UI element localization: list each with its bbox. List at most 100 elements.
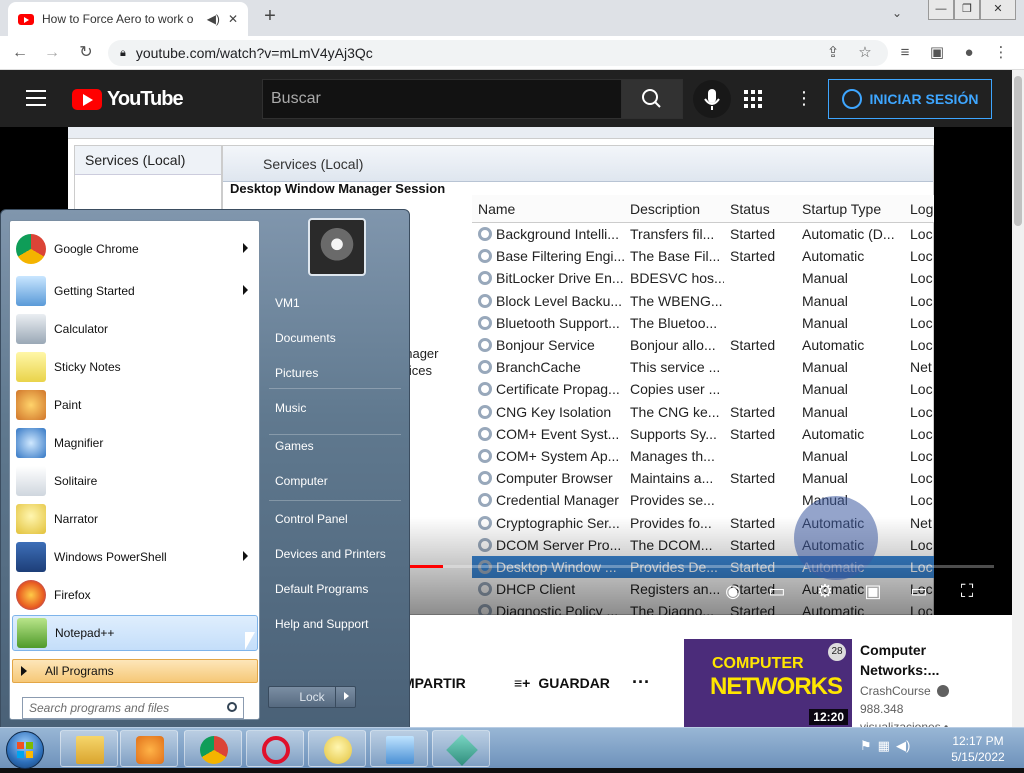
start-link-item[interactable]: Pictures <box>275 366 318 380</box>
recommended-video-title[interactable]: Computer Networks:... <box>860 640 1010 680</box>
apps-grid-icon[interactable] <box>744 90 762 108</box>
column-header[interactable]: Startup Type <box>796 201 904 217</box>
table-row[interactable]: CNG Key Isolation The CNG ke... Started Man… <box>472 401 934 423</box>
page-scrollbar[interactable] <box>1012 70 1024 727</box>
table-row[interactable]: COM+ Event Syst... Supports Sy... Started A… <box>472 423 934 445</box>
sign-in-label: INICIAR SESIÓN <box>869 91 979 107</box>
start-link-item[interactable]: Control Panel <box>275 512 348 526</box>
volume-icon[interactable]: ◀) <box>896 738 910 754</box>
table-row[interactable]: Base Filtering Engi... The Base Fil... Sta… <box>472 245 934 267</box>
close-tab-icon[interactable]: ✕ <box>228 12 238 26</box>
taskbar-remote-button[interactable] <box>370 730 428 767</box>
close-window-button[interactable]: ✕ <box>980 0 1016 20</box>
bookmark-star-icon[interactable]: ☆ <box>854 42 876 64</box>
user-picture[interactable] <box>308 218 366 276</box>
taskbar-explorer-button[interactable] <box>60 730 118 767</box>
tab-search-icon[interactable]: ⌄ <box>892 6 902 20</box>
address-bar[interactable]: 🔒︎ youtube.com/watch?v=mLmV4yAj3Qc <box>108 40 888 66</box>
start-link-item[interactable]: Help and Support <box>275 617 368 631</box>
start-link-item[interactable]: Computer <box>275 474 328 488</box>
start-link-item[interactable]: Devices and Printers <box>275 547 386 561</box>
taskbar-app-button[interactable] <box>432 730 490 767</box>
speaker-icon[interactable]: ◀) <box>207 12 220 26</box>
search-input[interactable]: Buscar <box>262 79 622 119</box>
start-program-item[interactable]: Calculator <box>12 311 258 347</box>
voice-search-button[interactable] <box>693 80 731 118</box>
table-row[interactable]: COM+ System Ap... Manages th... Manual Loc <box>472 445 934 467</box>
start-program-item[interactable]: Getting Started <box>12 273 258 309</box>
submenu-arrow-icon <box>243 551 248 561</box>
start-link-item[interactable]: Default Programs <box>275 582 368 596</box>
episode-badge: 28 <box>828 643 846 661</box>
video-progress-bar[interactable] <box>402 565 994 568</box>
taskbar-opera-button[interactable] <box>246 730 304 767</box>
start-search-input[interactable]: Search programs and files <box>22 697 244 719</box>
table-row[interactable]: Computer Browser Maintains a... Started Man… <box>472 467 934 489</box>
profile-icon[interactable]: ● <box>958 42 980 64</box>
table-row[interactable]: Bonjour Service Bonjour allo... Started Aut… <box>472 334 934 356</box>
taskbar-chrome-button[interactable] <box>184 730 242 767</box>
column-header[interactable]: Status <box>724 201 796 217</box>
getting-started-icon <box>16 276 46 306</box>
channel-name[interactable]: CrashCourse <box>860 684 949 698</box>
forward-button[interactable]: → <box>40 41 64 65</box>
table-row[interactable]: Block Level Backu... The WBENG... Manual Lo… <box>472 290 934 312</box>
start-program-item[interactable]: Paint <box>12 387 258 423</box>
back-button[interactable]: ← <box>8 41 32 65</box>
start-link-item[interactable]: Music <box>275 401 306 415</box>
recommended-video-thumbnail[interactable]: COMPUTER NETWORKS 28 12:20 <box>684 639 852 727</box>
media-control-icon[interactable]: ≡ <box>894 42 916 64</box>
search-button[interactable] <box>621 79 683 119</box>
start-program-item[interactable]: Firefox <box>12 577 258 613</box>
fullscreen-icon[interactable]: ⛶ <box>954 578 980 604</box>
table-row[interactable]: Background Intelli... Transfers fil... Sta… <box>472 223 934 245</box>
network-icon[interactable]: ▦ <box>878 738 890 754</box>
shutdown-options-button[interactable] <box>335 686 357 708</box>
table-row[interactable]: Certificate Propag... Copies user ... Manu… <box>472 378 934 400</box>
start-program-item[interactable]: Notepad++ <box>12 615 258 651</box>
start-link-item[interactable]: Documents <box>275 331 336 345</box>
reload-button[interactable]: ↻ <box>74 41 98 65</box>
restore-button[interactable]: ❐ <box>954 0 980 20</box>
minimize-button[interactable]: — <box>928 0 954 20</box>
sign-in-button[interactable]: INICIAR SESIÓN <box>828 79 992 119</box>
more-options-icon[interactable]: ⋮ <box>795 88 813 108</box>
taskbar-clock[interactable]: 12:17 PM 5/15/2022 <box>940 733 1016 765</box>
scrollbar-thumb[interactable] <box>1014 76 1022 226</box>
start-link-item[interactable]: VM1 <box>275 296 300 310</box>
table-row[interactable]: BranchCache This service ... Manual Net <box>472 356 934 378</box>
column-header[interactable]: Log <box>904 201 934 217</box>
start-program-item[interactable]: Magnifier <box>12 425 258 461</box>
youtube-logo[interactable]: YouTube <box>72 88 184 111</box>
taskbar-narrator-button[interactable] <box>308 730 366 767</box>
start-button[interactable] <box>6 731 44 769</box>
theater-mode-icon[interactable]: ▭ <box>906 578 932 604</box>
table-row[interactable]: BitLocker Drive En... BDESVC hos... Manual… <box>472 267 934 289</box>
settings-gear-icon[interactable]: ⚙ <box>812 578 838 604</box>
save-button[interactable]: ≡+ GUARDAR <box>514 675 610 691</box>
new-tab-button[interactable]: + <box>258 4 282 28</box>
start-program-item[interactable]: Windows PowerShell <box>12 539 258 575</box>
share-page-icon[interactable]: ⇪ <box>822 42 844 64</box>
all-programs-button[interactable]: All Programs <box>12 659 258 683</box>
browser-menu-icon[interactable]: ⋮ <box>990 42 1012 64</box>
start-link-item[interactable]: Games <box>275 439 314 453</box>
column-header[interactable]: Name <box>472 201 624 217</box>
table-cell: CNG Key Isolation <box>472 404 624 420</box>
browser-tab[interactable]: How to Force Aero to work o ◀) ✕ <box>8 2 248 36</box>
program-label: Solitaire <box>54 474 98 488</box>
start-program-item[interactable]: Sticky Notes <box>12 349 258 385</box>
table-row[interactable]: Bluetooth Support... The Bluetoo... Manual… <box>472 312 934 334</box>
subtitles-icon[interactable]: ▭ <box>764 578 790 604</box>
column-header[interactable]: Description <box>624 201 724 217</box>
start-program-item[interactable]: Narrator <box>12 501 258 537</box>
menu-icon[interactable] <box>26 90 46 106</box>
side-panel-icon[interactable]: ▣ <box>926 42 948 64</box>
autoplay-toggle-icon[interactable]: ◉ <box>720 578 746 604</box>
taskbar-media-button[interactable] <box>120 730 178 767</box>
start-program-item[interactable]: Solitaire <box>12 463 258 499</box>
flag-icon[interactable]: ⚑ <box>860 738 872 754</box>
more-actions-icon[interactable]: ··· <box>632 672 650 693</box>
miniplayer-icon[interactable]: ▣ <box>860 578 886 604</box>
start-program-item[interactable]: Google Chrome <box>12 231 258 267</box>
